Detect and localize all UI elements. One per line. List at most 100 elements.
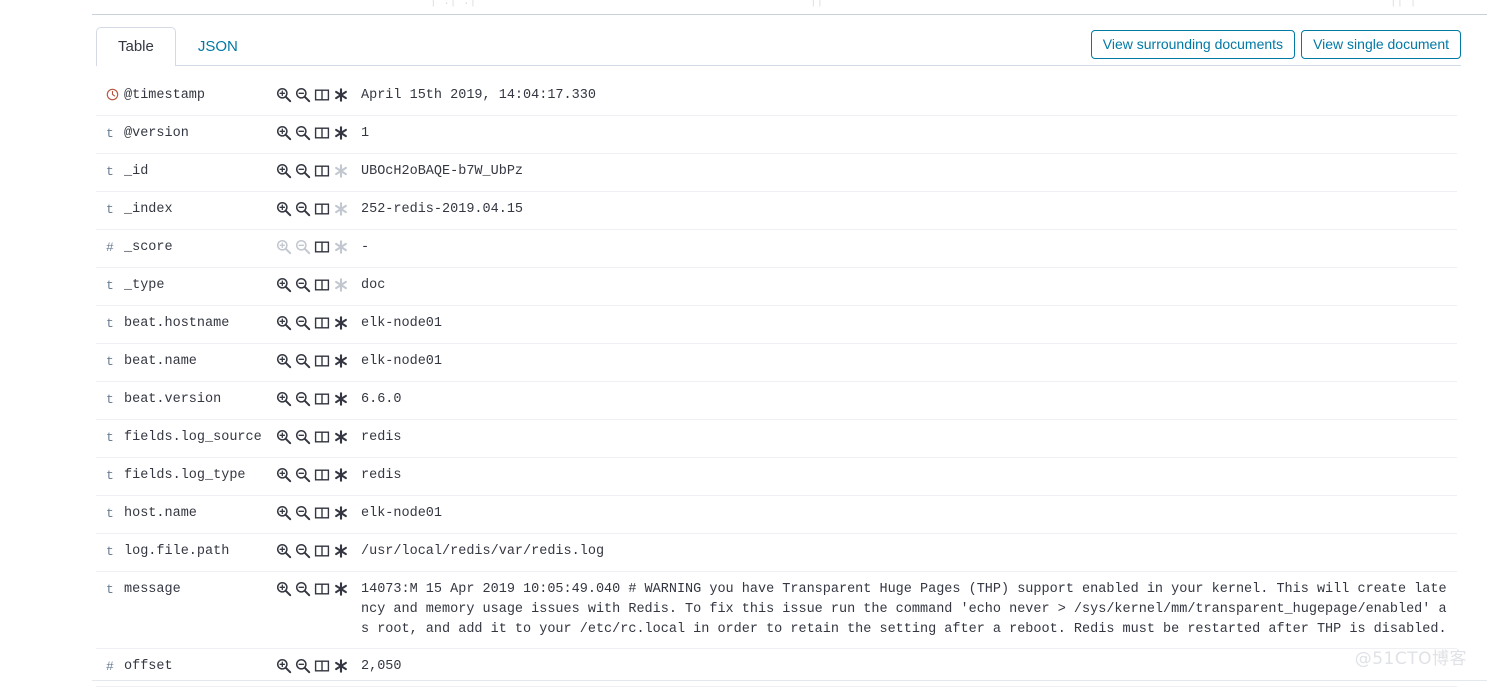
tab-json-label: JSON — [197, 38, 238, 55]
toggle-column-in-table-icon[interactable] — [314, 658, 330, 674]
filter-out-value-icon[interactable] — [295, 658, 311, 674]
filter-out-value-icon[interactable] — [295, 125, 311, 141]
filter-for-value-icon[interactable] — [276, 581, 292, 597]
tabbar-underline — [96, 65, 1461, 66]
table-row: t _type doc — [96, 268, 1457, 306]
filter-out-value-icon[interactable] — [295, 543, 311, 559]
filter-out-value-icon[interactable] — [295, 429, 311, 445]
tab-table[interactable]: Table — [96, 27, 176, 67]
toggle-column-in-table-icon[interactable] — [314, 353, 330, 369]
field-value: - — [361, 240, 370, 255]
toggle-column-in-table-icon[interactable] — [314, 201, 330, 217]
field-name: fields.log_source — [124, 430, 262, 445]
filter-out-value-icon[interactable] — [295, 201, 311, 217]
filter-for-field-present-icon[interactable] — [333, 658, 349, 674]
filter-for-value-icon[interactable] — [276, 315, 292, 331]
filter-out-value-icon[interactable] — [295, 277, 311, 293]
filter-for-field-present-icon[interactable] — [333, 353, 349, 369]
filter-out-value-icon[interactable] — [295, 87, 311, 103]
field-value: 1 — [361, 126, 370, 141]
toggle-column-in-table-icon[interactable] — [314, 239, 330, 255]
filter-for-field-present-icon[interactable] — [333, 315, 349, 331]
filter-out-value-icon[interactable] — [295, 315, 311, 331]
toggle-column-in-table-icon[interactable] — [314, 163, 330, 179]
field-type-string-icon: t — [106, 202, 114, 217]
field-type-string-icon: t — [106, 164, 114, 179]
filter-for-value-icon — [276, 239, 292, 255]
field-value: doc — [361, 278, 386, 293]
filter-out-value-icon[interactable] — [295, 353, 311, 369]
table-row: # _score - — [96, 230, 1457, 268]
filter-out-value-icon[interactable] — [295, 391, 311, 407]
field-name: source — [124, 687, 276, 691]
field-value: /usr/local/redis/var/redis.log — [361, 544, 605, 559]
field-actions — [276, 268, 361, 306]
field-value: elk-node01 — [361, 316, 443, 331]
filter-out-value-icon[interactable] — [295, 163, 311, 179]
filter-for-value-icon[interactable] — [276, 505, 292, 521]
filter-out-value-icon[interactable] — [295, 581, 311, 597]
field-value: 6.6.0 — [361, 392, 402, 407]
top-divider — [92, 14, 1487, 15]
toggle-column-in-table-icon[interactable] — [314, 543, 330, 559]
filter-for-value-icon[interactable] — [276, 543, 292, 559]
field-name: _type — [124, 278, 165, 293]
filter-out-value-icon[interactable] — [295, 505, 311, 521]
field-value: 252-redis-2019.04.15 — [361, 202, 524, 217]
field-type-string-icon: t — [106, 544, 114, 559]
filter-for-value-icon[interactable] — [276, 163, 292, 179]
field-value: /usr/local/redis/var/redis.log — [361, 687, 1457, 691]
field-type-string-icon: t — [106, 582, 114, 597]
toggle-column-in-table-icon[interactable] — [314, 467, 330, 483]
field-type-string-icon: t — [106, 430, 114, 445]
field-name: beat.name — [124, 354, 197, 369]
filter-for-value-icon[interactable] — [276, 429, 292, 445]
toggle-column-in-table-icon[interactable] — [314, 125, 330, 141]
toggle-column-in-table-icon[interactable] — [314, 87, 330, 103]
filter-for-field-present-icon[interactable] — [333, 581, 349, 597]
filter-for-value-icon[interactable] — [276, 391, 292, 407]
toggle-column-in-table-icon[interactable] — [314, 581, 330, 597]
bottom-divider — [92, 680, 1487, 681]
filter-for-value-icon[interactable] — [276, 277, 292, 293]
view-surrounding-documents-button[interactable]: View surrounding documents — [1090, 30, 1296, 59]
cut-off-page-above: | .| .| || || | — [0, 0, 1489, 14]
field-name: beat.version — [124, 392, 222, 407]
watermark: @51CTO博客 — [1354, 649, 1467, 669]
toggle-column-in-table-icon[interactable] — [314, 391, 330, 407]
filter-for-value-icon[interactable] — [276, 467, 292, 483]
filter-for-field-present-icon[interactable] — [333, 125, 349, 141]
toggle-column-in-table-icon[interactable] — [314, 505, 330, 521]
filter-for-value-icon[interactable] — [276, 125, 292, 141]
field-actions — [276, 154, 361, 192]
toggle-column-in-table-icon[interactable] — [314, 429, 330, 445]
filter-for-field-present-icon[interactable] — [333, 505, 349, 521]
filter-for-field-present-icon — [333, 277, 349, 293]
field-value-table-body: @timestamp April 15th 2019, 14:04:17.330 t… — [96, 78, 1457, 691]
field-name: _index — [124, 202, 173, 217]
filter-for-field-present-icon[interactable] — [333, 391, 349, 407]
filter-for-value-icon[interactable] — [276, 87, 292, 103]
toggle-column-in-table-icon[interactable] — [314, 315, 330, 331]
doc-actions: View surrounding documents View single d… — [1090, 30, 1461, 59]
field-type-date-icon — [96, 78, 124, 116]
view-single-document-button[interactable]: View single document — [1301, 30, 1461, 59]
field-type-string-icon: t — [106, 278, 114, 293]
filter-for-field-present-icon[interactable] — [333, 543, 349, 559]
filter-out-value-icon[interactable] — [295, 467, 311, 483]
filter-for-field-present-icon — [333, 163, 349, 179]
filter-for-value-icon[interactable] — [276, 201, 292, 217]
filter-for-field-present-icon[interactable] — [333, 87, 349, 103]
field-name: @version — [124, 126, 189, 141]
filter-for-value-icon[interactable] — [276, 658, 292, 674]
field-value: UBOcH2oBAQE-b7W_UbPz — [361, 164, 524, 179]
filter-for-field-present-icon[interactable] — [333, 467, 349, 483]
field-actions — [276, 382, 361, 420]
field-actions — [276, 458, 361, 496]
field-actions — [276, 306, 361, 344]
field-type-string-icon: t — [106, 354, 114, 369]
filter-for-value-icon[interactable] — [276, 353, 292, 369]
filter-for-field-present-icon[interactable] — [333, 429, 349, 445]
tab-json[interactable]: JSON — [176, 27, 260, 66]
toggle-column-in-table-icon[interactable] — [314, 277, 330, 293]
